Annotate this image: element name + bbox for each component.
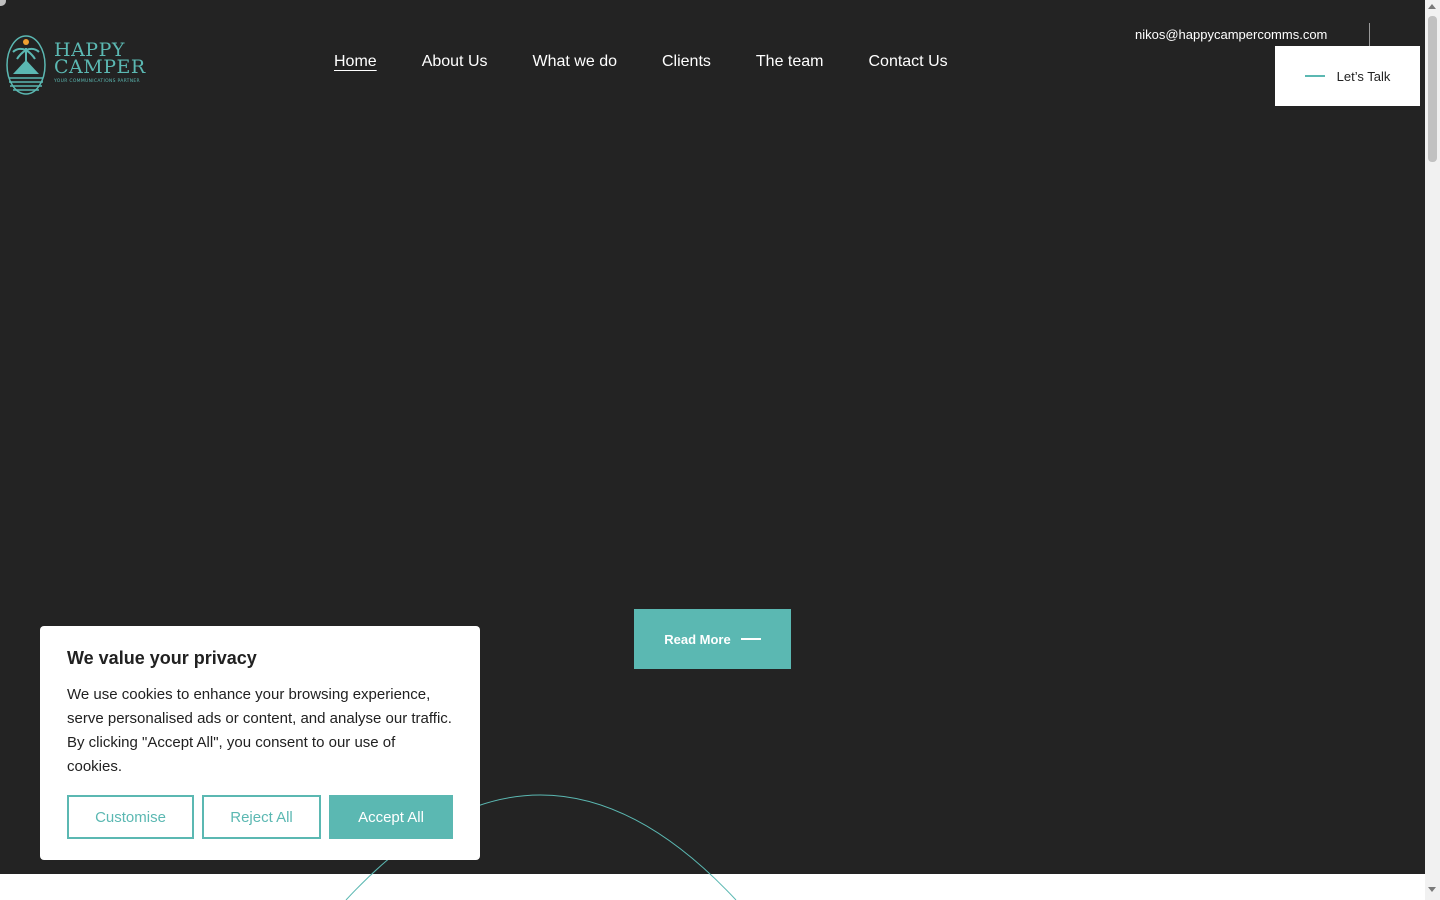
scrollbar-thumb[interactable] [1428,16,1437,162]
email-link[interactable]: nikos@happycampercomms.com [1135,27,1327,42]
cookie-body: We use cookies to enhance your browsing … [67,686,452,775]
lets-talk-label: Let’s Talk [1336,68,1391,84]
dash-line-icon [740,638,761,640]
cookie-consent-dialog: We value your privacy We use cookies to … [40,626,480,860]
read-more-label: Read More [664,631,731,647]
customise-button[interactable]: Customise [67,795,194,839]
cookie-title: We value your privacy [67,648,257,668]
header-divider [1369,23,1370,47]
dash-line-icon [1304,75,1325,77]
nav-item-what-we-do[interactable]: What we do [533,53,617,71]
brand-name-line2: CAMPER [54,56,146,78]
corner-dot [0,0,6,6]
brand-name[interactable]: HAPPY CAMPER [54,41,146,78]
nav-item-home[interactable]: Home [334,53,377,71]
accept-all-button[interactable]: Accept All [329,795,453,839]
main-nav: Home About Us What we do Clients The tea… [334,53,948,71]
scroll-down-arrow-icon[interactable] [1428,887,1436,892]
brand-tagline: YOUR COMMUNICATIONS PARTNER [54,79,140,84]
page: HAPPY CAMPER YOUR COMMUNICATIONS PARTNER… [0,0,1425,900]
nav-item-contact-us[interactable]: Contact Us [868,53,947,71]
cookie-actions: Customise Reject All Accept All [67,795,453,839]
nav-item-the-team[interactable]: The team [756,53,824,71]
next-section-strip [0,874,1425,900]
nav-item-clients[interactable]: Clients [662,53,711,71]
lets-talk-button[interactable]: Let’s Talk [1275,46,1420,106]
read-more-button[interactable]: Read More [634,609,791,669]
nav-item-about-us[interactable]: About Us [422,53,488,71]
reject-all-button[interactable]: Reject All [202,795,321,839]
scroll-up-arrow-icon[interactable] [1428,4,1436,9]
